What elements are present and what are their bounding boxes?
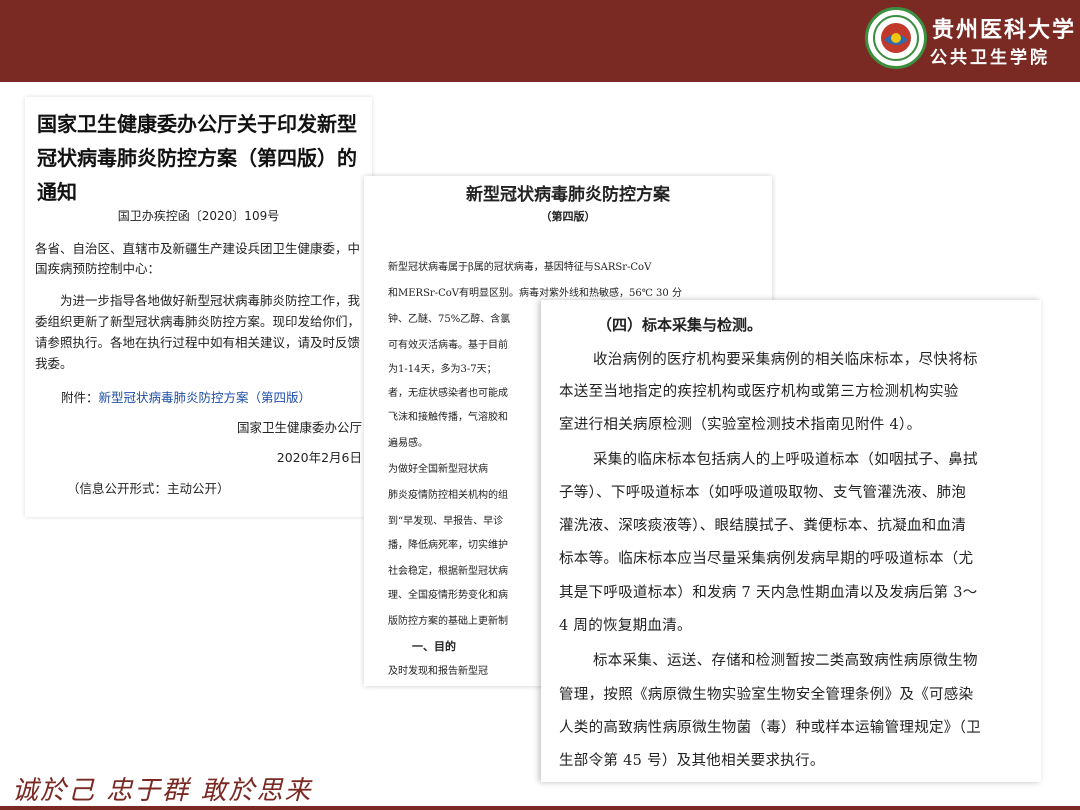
sample-line: 标本采集、运送、存储和检测暂按二类高致病性病原微生物 [593, 653, 978, 669]
university-seal-icon [865, 7, 927, 69]
plan-line: 为1-14天，多为3-7天； [388, 364, 497, 375]
sample-line: 4 周的恢复期血清。 [559, 618, 692, 634]
plan-line: 飞沫和接触传播，气溶胶和 [388, 412, 508, 423]
attachment: 附件：新型冠状病毒肺炎防控方案（第四版） [61, 387, 311, 406]
calligraphy-slogan: 诚於己 忠于群 敢於思来 [12, 776, 313, 806]
plan-line: 为做好全国新型冠状病 [388, 464, 488, 475]
plan-line: 版防控方案的基础上更新制 [388, 616, 508, 627]
attachment-label: 附件： [61, 390, 99, 405]
sample-line: 本送至当地指定的疾控机构或医疗机构或第三方检测机构实验 [559, 384, 959, 400]
university-name: 贵州医科大学 [932, 17, 1077, 43]
sample-section: （四）标本采集与检测。 收治病例的医疗机构要采集病例的相关临床标本，尽快将标 本… [541, 300, 1041, 782]
sample-line: 子等）、下呼吸道标本（如呼吸道吸取物、支气管灌洗液、肺泡 [559, 485, 967, 501]
attachment-link[interactable]: 新型冠状病毒肺炎防控方案（第四版） [99, 390, 312, 405]
issue-date: 2020年2月6日 [276, 450, 362, 465]
plan-line: 肺炎疫情防控相关机构的组 [388, 490, 508, 501]
sample-line: 室进行相关病原检测（实验室检测技术指南见附件 4）。 [559, 417, 922, 433]
plan-edition: （第四版） [540, 210, 596, 223]
sample-line: 收治病例的医疗机构要采集病例的相关临床标本，尽快将标 [593, 352, 978, 368]
sample-heading: （四）标本采集与检测。 [597, 316, 763, 334]
document-number: 国卫办疾控函〔2020〕109号 [117, 209, 280, 223]
plan-line: 和MERSr-CoV有明显区别。病毒对紫外线和热敏感，56℃ 30 分 [388, 288, 682, 299]
plan-line: 到“早发现、早报告、早诊 [388, 516, 504, 527]
sample-line: 生部令第 45 号）及其他相关要求执行。 [559, 753, 825, 769]
plan-line: 理、全国疫情形势变化和病 [388, 590, 508, 601]
sample-line: 管理，按照《病原微生物实验室生物安全管理条例》及《可感染 [559, 687, 974, 703]
plan-line: 可有效灭活病毒。基于目前 [388, 340, 508, 351]
plan-line: 及时发现和报告新型冠 [388, 666, 488, 677]
notice-document: 国家卫生健康委办公厅关于印发新型冠状病毒肺炎防控方案（第四版）的通知 国卫办疾控… [25, 97, 372, 517]
recipients: 各省、自治区、直辖市及新疆生产建设兵团卫生健康委，中国疾病预防控制中心： [35, 241, 361, 276]
disclosure-form: （信息公开形式：主动公开） [67, 481, 230, 496]
notice-title: 国家卫生健康委办公厅关于印发新型冠状病毒肺炎防控方案（第四版）的通知 [37, 112, 357, 204]
plan-line: 者，无症状感染者也可能成 [388, 388, 508, 399]
sample-line: 标本等。临床标本应当尽量采集病例发病早期的呼吸道标本（尤 [559, 551, 974, 567]
plan-title: 新型冠状病毒肺炎防控方案 [466, 185, 670, 205]
notice-body: 为进一步指导各地做好新型冠状病毒肺炎防控工作，我委组织更新了新型冠状病毒肺炎防控… [35, 293, 361, 371]
plan-line: 社会稳定，根据新型冠状病 [388, 566, 508, 577]
sample-line: 人类的高致病性病原微生物菌（毒）种或样本运输管理规定》（卫 [559, 720, 981, 736]
sample-line: 其是下呼吸道标本）和发病 7 天内急性期血清以及发病后第 3～ [559, 585, 978, 601]
plan-section-heading: 一、目的 [412, 640, 456, 653]
footer-bar [0, 806, 1080, 810]
plan-line: 新型冠状病毒属于β属的冠状病毒，基因特征与SARSr-CoV [388, 262, 652, 273]
issuer: 国家卫生健康委办公厅 [236, 420, 362, 435]
plan-line: 播，降低病死率，切实维护 [388, 540, 508, 551]
plan-line: 钟、乙醚、75%乙醇、含氯 [388, 314, 511, 325]
sample-line: 采集的临床标本包括病人的上呼吸道标本（如咽拭子、鼻拭 [593, 452, 978, 468]
header-banner: 贵州医科大学 公共卫生学院 [0, 0, 1080, 82]
plan-line: 遍易感。 [388, 438, 428, 449]
school-name: 公共卫生学院 [930, 48, 1050, 68]
sample-line: 灌洗液、深咳痰液等）、眼结膜拭子、粪便标本、抗凝血和血清 [559, 518, 967, 534]
